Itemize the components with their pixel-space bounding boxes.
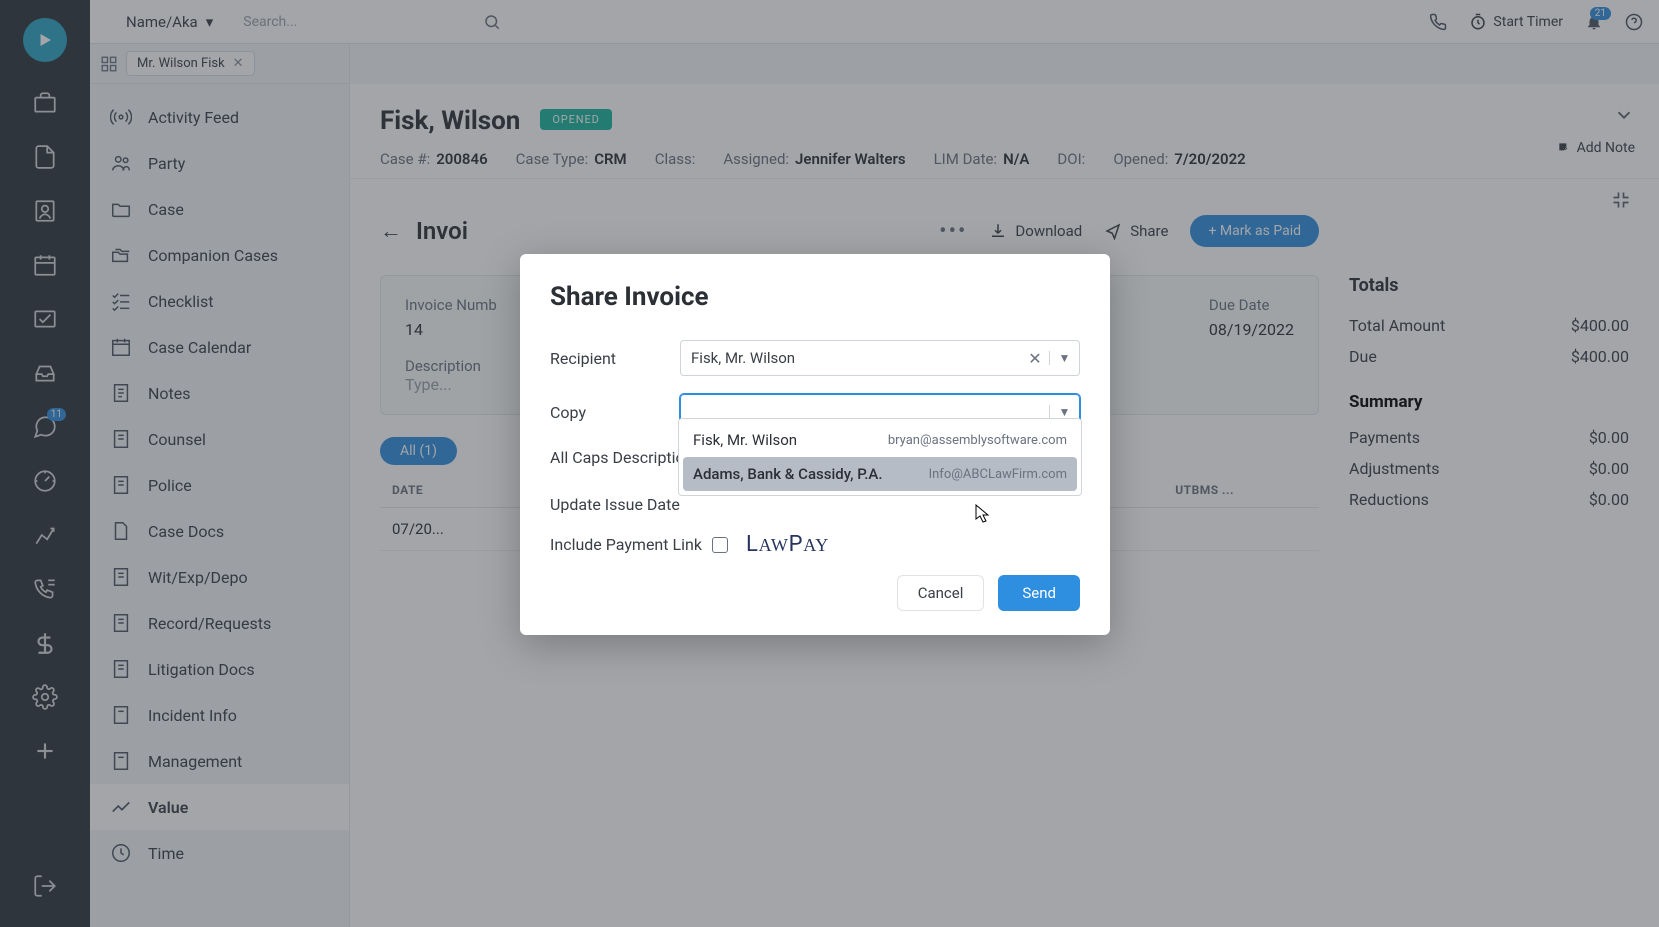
cancel-button[interactable]: Cancel	[897, 575, 985, 611]
lawpay-logo: LAWPAY	[746, 532, 829, 557]
option-email: bryan@assemblysoftware.com	[888, 433, 1067, 448]
option-email: Info@ABCLawFirm.com	[929, 467, 1067, 482]
option-name: Fisk, Mr. Wilson	[693, 431, 797, 449]
share-invoice-modal: Share Invoice Recipient Fisk, Mr. Wilson…	[520, 254, 1110, 635]
recipient-label: Recipient	[550, 349, 680, 368]
caret-down-icon[interactable]: ▼	[1049, 351, 1079, 365]
update-issue-date-label: Update Issue Date	[550, 495, 680, 514]
clear-icon[interactable]: ✕	[1021, 349, 1049, 368]
modal-title: Share Invoice	[550, 282, 1080, 312]
dropdown-option[interactable]: Adams, Bank & Cassidy, P.A. Info@ABCLawF…	[683, 457, 1077, 491]
mouse-cursor-icon	[975, 504, 991, 524]
recipient-combo[interactable]: Fisk, Mr. Wilson ✕ ▼	[680, 340, 1080, 376]
copy-dropdown: Fisk, Mr. Wilson bryan@assemblysoftware.…	[678, 418, 1082, 496]
all-caps-desc-label: All Caps Descriptio	[550, 448, 685, 467]
recipient-value: Fisk, Mr. Wilson	[681, 349, 1021, 367]
include-payment-checkbox[interactable]	[712, 537, 728, 553]
copy-label: Copy	[550, 403, 680, 422]
include-payment-link-label: Include Payment Link	[550, 535, 710, 554]
send-button[interactable]: Send	[998, 575, 1080, 611]
dropdown-option[interactable]: Fisk, Mr. Wilson bryan@assemblysoftware.…	[683, 423, 1077, 457]
option-name: Adams, Bank & Cassidy, P.A.	[693, 465, 883, 483]
caret-down-icon[interactable]: ▼	[1049, 405, 1079, 419]
